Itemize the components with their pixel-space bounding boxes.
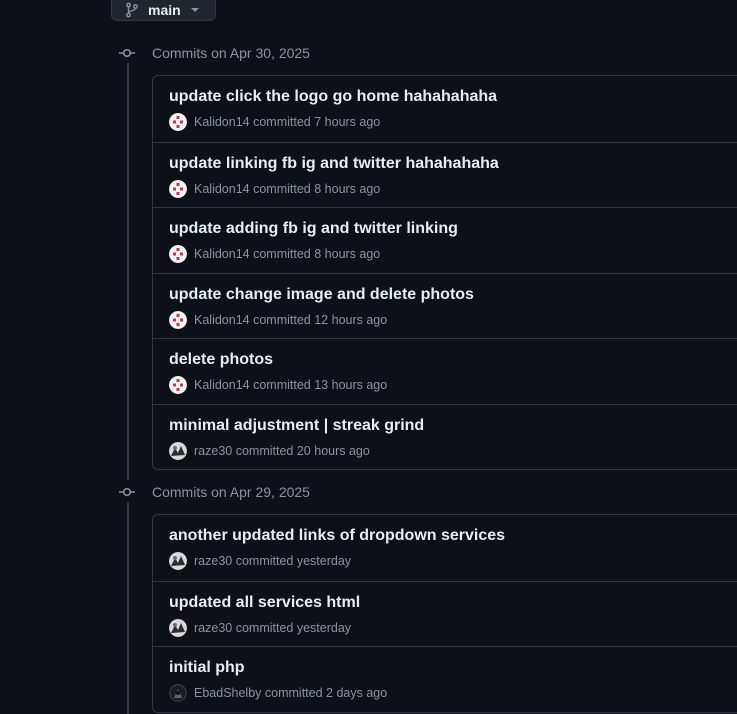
commit-meta: Kalidon14 committed 8 hours ago <box>169 245 735 263</box>
commit-author-link[interactable]: raze30 <box>194 444 232 458</box>
commit-action: committed <box>253 378 311 392</box>
commit-time: 8 hours ago <box>314 181 381 196</box>
commit-action: committed <box>253 247 311 261</box>
commit-meta: Kalidon14 committed 7 hours ago <box>169 113 735 131</box>
avatar[interactable] <box>169 618 187 637</box>
commit-time: 20 hours ago <box>296 443 370 458</box>
commit-author-link[interactable]: Kalidon14 <box>194 313 250 327</box>
commit-meta-text: Kalidon14 committed 13 hours ago <box>194 378 387 392</box>
commit-row: initial php EbadShelby committed 2 days … <box>153 646 737 712</box>
git-commit-icon <box>118 483 136 501</box>
commit-author-link[interactable]: raze30 <box>194 621 232 635</box>
commits-page: main Commits on Apr 30, 2025 update clic… <box>0 0 737 714</box>
commit-time: 12 hours ago <box>314 312 388 327</box>
commit-title-link[interactable]: update adding fb ig and twitter linking <box>169 220 458 238</box>
commit-time: yesterday <box>296 620 352 635</box>
caret-down-icon <box>190 8 199 12</box>
commit-group-title: Commits on Apr 30, 2025 <box>152 45 310 61</box>
timeline-line <box>127 502 129 714</box>
commit-action: committed <box>253 115 311 129</box>
commit-group-header: Commits on Apr 30, 2025 <box>118 43 310 63</box>
commit-action: committed <box>253 312 311 327</box>
avatar[interactable] <box>169 376 187 394</box>
branch-selector-button[interactable]: main <box>111 0 216 21</box>
commit-row: delete photos Kalidon14 committed 13 hou… <box>153 338 737 404</box>
commit-author-link[interactable]: Kalidon14 <box>194 378 250 392</box>
commit-group-title: Commits on Apr 29, 2025 <box>152 484 310 500</box>
commit-row: another updated links of dropdown servic… <box>153 515 737 581</box>
commit-meta-text: raze30 committed 20 hours ago <box>194 444 370 458</box>
commit-title-link[interactable]: delete photos <box>169 351 273 369</box>
commit-time: 2 days ago <box>326 686 388 700</box>
commit-title-link[interactable]: updated all services html <box>169 594 360 612</box>
branch-name: main <box>148 2 181 18</box>
git-branch-icon <box>126 2 138 18</box>
commit-title-link[interactable]: initial php <box>169 659 245 677</box>
commit-row: update change image and delete photos Ka… <box>153 272 737 339</box>
commit-meta: raze30 committed yesterday <box>169 618 735 637</box>
commit-title-link[interactable]: update linking fb ig and twitter hahahah… <box>169 155 499 173</box>
commit-action: committed <box>253 181 311 196</box>
avatar[interactable] <box>169 113 187 131</box>
commit-meta: Kalidon14 committed 13 hours ago <box>169 376 735 394</box>
commit-row: update linking fb ig and twitter hahahah… <box>153 141 737 208</box>
commit-meta-text: EbadShelby committed 2 days ago <box>194 686 387 700</box>
commit-time: yesterday <box>296 554 352 568</box>
commit-meta: raze30 committed 20 hours ago <box>169 441 735 460</box>
commit-meta: raze30 committed yesterday <box>169 552 735 570</box>
avatar[interactable] <box>169 310 187 329</box>
commit-meta-text: Kalidon14 committed 8 hours ago <box>194 247 380 261</box>
commit-author-link[interactable]: EbadShelby <box>194 686 261 700</box>
timeline-line <box>127 63 129 480</box>
commit-meta-text: Kalidon14 committed 8 hours ago <box>194 182 380 196</box>
commit-author-link[interactable]: Kalidon14 <box>194 115 250 129</box>
commit-meta: Kalidon14 committed 12 hours ago <box>169 310 735 329</box>
commit-meta-text: Kalidon14 committed 7 hours ago <box>194 115 380 129</box>
git-commit-icon <box>118 44 136 62</box>
commit-row: update click the logo go home hahahahaha… <box>153 76 737 142</box>
commit-action: committed <box>235 554 294 568</box>
commit-list: update click the logo go home hahahahaha… <box>152 75 737 470</box>
commit-author-link[interactable]: Kalidon14 <box>194 182 250 196</box>
commit-action: committed <box>235 443 294 458</box>
commit-title-link[interactable]: update click the logo go home hahahahaha <box>169 88 497 106</box>
commit-title-link[interactable]: update change image and delete photos <box>169 286 474 304</box>
commit-title-link[interactable]: minimal adjustment | streak grind <box>169 417 424 435</box>
avatar[interactable] <box>169 684 187 702</box>
commit-row: updated all services html raze30 committ… <box>153 580 737 647</box>
commit-list: another updated links of dropdown servic… <box>152 514 737 713</box>
commit-time: 7 hours ago <box>314 115 381 129</box>
commit-title-link[interactable]: another updated links of dropdown servic… <box>169 527 505 545</box>
commit-author-link[interactable]: Kalidon14 <box>194 247 250 261</box>
commit-action: committed <box>235 620 294 635</box>
commit-row: minimal adjustment | streak grind raze30… <box>153 403 737 470</box>
commit-time: 8 hours ago <box>314 247 381 261</box>
avatar[interactable] <box>169 179 187 198</box>
commit-time: 13 hours ago <box>314 378 388 392</box>
commit-meta-text: raze30 committed yesterday <box>194 554 351 568</box>
commit-meta-text: Kalidon14 committed 12 hours ago <box>194 313 387 327</box>
commit-meta: Kalidon14 committed 8 hours ago <box>169 179 735 198</box>
avatar[interactable] <box>169 245 187 263</box>
commit-group-header: Commits on Apr 29, 2025 <box>118 482 310 502</box>
commit-action: committed <box>264 686 323 700</box>
avatar[interactable] <box>169 552 187 570</box>
commit-author-link[interactable]: raze30 <box>194 554 232 568</box>
avatar[interactable] <box>169 441 187 460</box>
commit-row: update adding fb ig and twitter linking … <box>153 207 737 273</box>
commit-meta-text: raze30 committed yesterday <box>194 621 351 635</box>
commit-meta: EbadShelby committed 2 days ago <box>169 684 735 702</box>
